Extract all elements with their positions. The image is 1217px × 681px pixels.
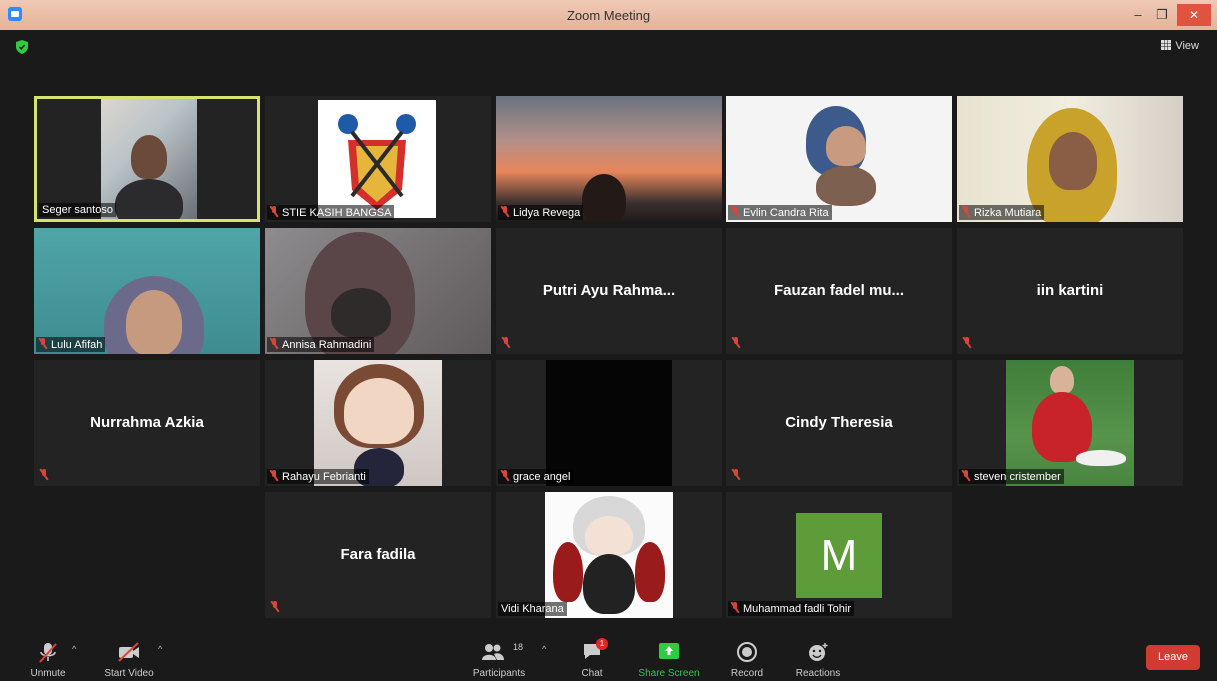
grid-icon — [1161, 40, 1172, 50]
participant-name: iin kartini — [1036, 282, 1104, 299]
participant-video — [34, 228, 260, 354]
participant-tile[interactable]: grace angel — [496, 360, 722, 486]
maximize-button[interactable]: ❐ — [1151, 0, 1173, 30]
meeting-toolbar: Unmute ^ Start Video ^ 18 Participants ^… — [0, 636, 1217, 681]
participant-name: grace angel — [498, 469, 574, 484]
smiley-plus-icon — [809, 643, 828, 661]
participant-tile[interactable]: Fara fadila — [265, 492, 491, 618]
mic-muted-icon — [963, 337, 971, 348]
participant-name: Lidya Revega — [498, 205, 584, 220]
participant-tile[interactable]: Rahayu Febrianti — [265, 360, 491, 486]
window-title: Zoom Meeting — [566, 8, 651, 23]
chat-badge: 1 — [596, 638, 608, 650]
leave-button[interactable]: Leave — [1146, 645, 1200, 670]
close-button[interactable]: ✕ — [1177, 4, 1211, 26]
participant-name: Fauzan fadel mu... — [773, 282, 905, 299]
participant-name: Seger santoso — [39, 203, 116, 217]
mic-muted-icon — [962, 470, 970, 481]
participant-tile[interactable]: Nurrahma Azkia — [34, 360, 260, 486]
participant-video — [546, 360, 672, 486]
participant-name: Nurrahma Azkia — [90, 414, 204, 431]
participants-button[interactable]: 18 Participants — [470, 636, 528, 681]
participant-video — [496, 96, 722, 222]
participant-video — [318, 100, 436, 218]
title-bar: Zoom Meeting – ❐ ✕ — [0, 0, 1217, 30]
participants-icon — [482, 644, 504, 660]
participants-count: 18 — [513, 642, 524, 652]
participant-tile[interactable]: Evlin Candra Rita — [726, 96, 952, 222]
video-camera-off-icon — [118, 642, 139, 662]
mic-muted-icon — [732, 469, 740, 480]
avatar: M — [796, 513, 882, 598]
mic-muted-icon — [502, 337, 510, 348]
participants-options-chevron-icon[interactable]: ^ — [542, 644, 546, 654]
participant-video — [545, 492, 673, 618]
participant-tile[interactable]: M Muhammad fadli Tohir — [726, 492, 952, 618]
participant-tile[interactable]: Lidya Revega — [496, 96, 722, 222]
mic-muted-icon — [501, 470, 509, 481]
mic-muted-icon — [270, 470, 278, 481]
record-icon — [737, 642, 757, 662]
participant-video — [726, 96, 952, 222]
reactions-button[interactable]: Reactions — [790, 636, 846, 681]
participant-tile[interactable]: Lulu Afifah — [34, 228, 260, 354]
participant-tile[interactable]: STIE KASIH BANGSA — [265, 96, 491, 222]
participant-tile[interactable]: Vidi Kharana — [496, 492, 722, 618]
start-video-button[interactable]: Start Video — [100, 636, 158, 681]
share-screen-button[interactable]: Share Screen — [633, 636, 705, 681]
chat-button[interactable]: 1 Chat — [572, 636, 612, 681]
participant-name: Cindy Theresia — [785, 414, 893, 431]
crest-logo-icon — [338, 114, 416, 210]
mic-muted-icon — [731, 602, 739, 613]
record-button[interactable]: Record — [725, 636, 769, 681]
participant-name: Fara fadila — [340, 546, 416, 563]
microphone-muted-icon — [39, 643, 57, 663]
participant-tile[interactable]: Seger santoso — [34, 96, 260, 222]
mic-muted-icon — [732, 337, 740, 348]
participant-tile[interactable]: Rizka Mutiara — [957, 96, 1183, 222]
participant-tile[interactable]: Annisa Rahmadini — [265, 228, 491, 354]
participant-name: Rahayu Febrianti — [267, 469, 369, 484]
mic-muted-icon — [270, 206, 278, 217]
participant-tile[interactable]: Cindy Theresia — [726, 360, 952, 486]
mic-muted-icon — [962, 206, 970, 217]
video-gallery: Seger santoso STIE KASIH BANGSA Lidya Re… — [34, 96, 1184, 620]
view-label: View — [1175, 40, 1199, 52]
chat-icon: 1 — [582, 638, 608, 660]
view-button[interactable]: View — [1161, 40, 1199, 52]
participant-tile[interactable]: iin kartini — [957, 228, 1183, 354]
participant-name: steven cristember — [959, 469, 1064, 484]
participant-name: Putri Ayu Rahma... — [542, 282, 676, 299]
participant-name: Vidi Kharana — [498, 602, 567, 616]
participant-tile[interactable]: steven cristember — [957, 360, 1183, 486]
participant-video — [957, 96, 1183, 222]
participant-name: Annisa Rahmadini — [267, 337, 375, 352]
participant-video — [101, 99, 197, 219]
mic-muted-icon — [501, 206, 509, 217]
minimize-button[interactable]: – — [1127, 0, 1149, 30]
mic-muted-icon — [270, 338, 278, 349]
participant-video — [314, 360, 442, 486]
mic-muted-icon — [271, 601, 279, 612]
participant-name: Muhammad fadli Tohir — [728, 601, 855, 616]
participant-name: Evlin Candra Rita — [728, 205, 832, 220]
video-options-chevron-icon[interactable]: ^ — [158, 644, 162, 654]
mic-muted-icon — [731, 206, 739, 217]
audio-options-chevron-icon[interactable]: ^ — [72, 644, 76, 654]
unmute-button[interactable]: Unmute — [26, 636, 70, 681]
participant-video — [265, 228, 491, 354]
participant-tile[interactable]: Putri Ayu Rahma... — [496, 228, 722, 354]
mic-muted-icon — [39, 338, 47, 349]
participant-name: Lulu Afifah — [36, 337, 106, 352]
participant-name: Rizka Mutiara — [959, 205, 1045, 220]
share-screen-icon — [659, 643, 679, 659]
participant-video — [1006, 360, 1134, 486]
participant-name: STIE KASIH BANGSA — [267, 205, 395, 220]
participant-tile[interactable]: Fauzan fadel mu... — [726, 228, 952, 354]
shield-icon[interactable] — [16, 40, 28, 54]
mic-muted-icon — [40, 469, 48, 480]
